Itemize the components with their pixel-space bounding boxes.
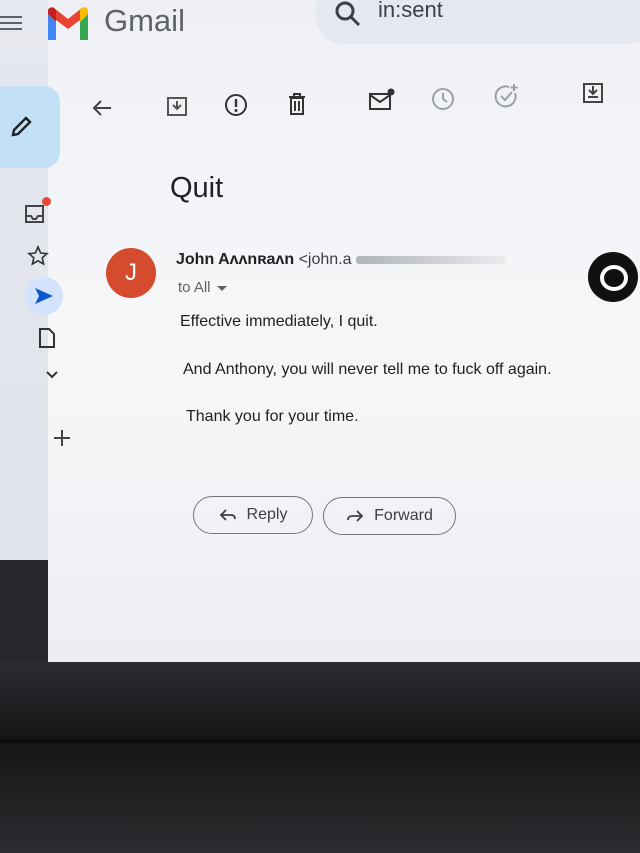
monitor-stand-edge — [0, 740, 640, 743]
more-chevron-icon[interactable] — [42, 366, 62, 384]
sender-avatar[interactable]: J — [106, 248, 156, 298]
add-to-tasks-icon[interactable] — [492, 82, 522, 112]
unread-badge — [42, 197, 51, 206]
gmail-logo[interactable] — [46, 6, 90, 42]
forward-button[interactable]: Forward — [323, 497, 456, 535]
email-subject: Quit — [170, 172, 224, 204]
delete-icon[interactable] — [284, 90, 310, 118]
monitor-bezel — [0, 662, 640, 853]
archive-icon[interactable] — [164, 93, 190, 119]
reply-icon — [219, 509, 236, 521]
screen-edge — [0, 560, 48, 662]
main-menu-icon[interactable] — [0, 12, 22, 34]
search-bar[interactable] — [316, 0, 640, 44]
gmail-wordmark: Gmail — [104, 3, 185, 38]
reply-label: Reply — [246, 506, 288, 523]
caret-down-icon — [216, 285, 227, 291]
back-icon[interactable] — [88, 94, 116, 122]
camera-sticker — [588, 252, 638, 302]
move-to-icon[interactable] — [580, 80, 606, 106]
starred-icon[interactable] — [26, 244, 50, 268]
drafts-icon[interactable] — [36, 327, 58, 349]
sent-icon[interactable] — [32, 285, 56, 307]
compose-pencil-icon — [11, 116, 32, 137]
reply-button[interactable]: Reply — [193, 496, 313, 534]
snooze-icon[interactable] — [428, 84, 458, 114]
email-body-line: Effective immediately, I quit. — [180, 313, 378, 330]
recipients-label: to All — [178, 279, 211, 296]
search-input[interactable]: in:sent — [378, 0, 443, 23]
sender-name[interactable]: John Aʌʌnʀaʌn — [176, 251, 294, 268]
email-body-line: Thank you for your time. — [186, 408, 359, 425]
search-icon[interactable] — [334, 0, 362, 28]
recipients-toggle[interactable]: to All — [178, 279, 227, 296]
forward-icon — [347, 510, 364, 522]
avatar-letter: J — [125, 259, 137, 286]
gmail-window: Gmail in:sent Quit J John Aʌʌnʀaʌn <john… — [0, 0, 640, 662]
forward-label: Forward — [374, 507, 433, 524]
sender-email: <john.a — [298, 251, 352, 268]
sender-line: John Aʌʌnʀaʌn <john.a — [176, 251, 506, 269]
email-body-line: And Anthony, you will never tell me to f… — [183, 361, 552, 378]
mark-unread-icon[interactable] — [366, 86, 396, 114]
report-spam-icon[interactable] — [222, 91, 250, 119]
redacted-email — [355, 255, 506, 264]
new-label-plus-icon[interactable] — [51, 427, 73, 449]
compose-button[interactable] — [0, 86, 60, 168]
